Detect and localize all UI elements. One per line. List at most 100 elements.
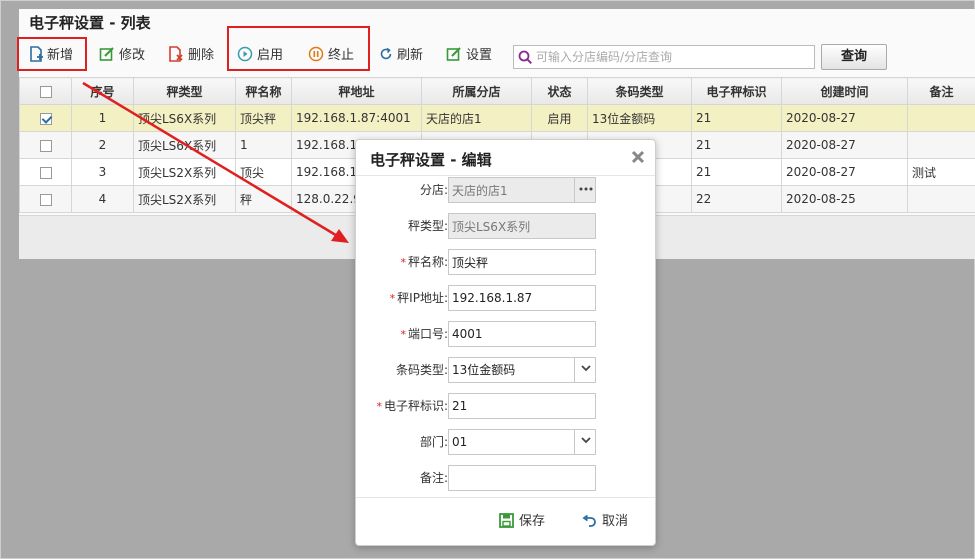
save-icon	[499, 513, 514, 528]
row-checkbox[interactable]	[39, 166, 52, 179]
page-title: 电子秤设置 - 列表	[29, 14, 151, 32]
app-frame: 电子秤设置 - 列表 新增 修改 删除 启用 终止 刷新 设置 可输入分店编码/…	[0, 0, 975, 559]
ip-label-text: 秤IP地址:	[397, 291, 448, 305]
edit-icon	[99, 47, 114, 61]
highlight-box-add	[17, 37, 87, 71]
barcode-dropdown-button[interactable]	[574, 357, 596, 383]
cell-created: 2020-08-27	[781, 158, 908, 186]
dialog-divider	[356, 175, 655, 176]
cell-address: 192.168.1.87:4001	[291, 104, 422, 132]
dept-label: 部门:	[419, 435, 448, 449]
type-row: 秤类型:	[356, 213, 655, 239]
column-header[interactable]: 序号	[71, 77, 134, 105]
barcode-value: 13位金额码	[452, 363, 516, 377]
cell-name: 1	[235, 131, 292, 159]
table-row[interactable]: 1 顶尖LS6X系列 顶尖秤 192.168.1.87:4001 天店的店1 启…	[19, 104, 975, 132]
refresh-icon	[380, 47, 392, 60]
column-header[interactable]: 所属分店	[421, 77, 532, 105]
column-header[interactable]: 电子秤标识	[691, 77, 782, 105]
barcode-label: 条码类型:	[395, 363, 448, 377]
settings-label: 设置	[466, 48, 493, 63]
column-header[interactable]: 条码类型	[587, 77, 692, 105]
refresh-button[interactable]: 刷新	[379, 44, 423, 68]
column-header[interactable]: 秤类型	[133, 77, 236, 105]
select-all-header[interactable]	[19, 77, 72, 105]
store-row: 分店:	[356, 177, 655, 203]
select-all-checkbox[interactable]	[39, 85, 52, 98]
ip-label: * 秤IP地址:	[390, 289, 448, 306]
store-label: 分店:	[419, 183, 448, 197]
highlight-box-enable-disable	[227, 26, 370, 71]
ip-row: * 秤IP地址:	[356, 285, 655, 311]
cell-name: 秤	[235, 185, 292, 213]
search-box	[513, 45, 815, 69]
cell-barcode: 13位金额码	[587, 104, 692, 132]
delete-label: 删除	[188, 48, 215, 63]
name-row: * 秤名称:	[356, 249, 655, 275]
more-icon	[579, 187, 592, 191]
settings-button[interactable]: 设置	[446, 44, 492, 68]
save-label: 保存	[519, 514, 546, 529]
cell-no: 1	[71, 104, 134, 132]
chevron-down-icon	[580, 437, 591, 444]
column-header[interactable]: 秤地址	[291, 77, 422, 105]
cell-id: 21	[691, 131, 782, 159]
chevron-down-icon	[580, 365, 591, 372]
row-checkbox[interactable]	[39, 193, 52, 206]
required-mark: *	[400, 328, 406, 341]
scale-id-label: * 电子秤标识:	[376, 397, 448, 414]
cancel-button[interactable]: 取消	[582, 510, 628, 529]
cell-name: 顶尖	[235, 158, 292, 186]
dialog-footer-divider	[356, 497, 655, 498]
settings-edit-icon	[446, 47, 461, 61]
cell-id: 22	[691, 185, 782, 213]
cell-no: 2	[71, 131, 134, 159]
cell-created: 2020-08-27	[781, 104, 908, 132]
column-header[interactable]: 秤名称	[235, 77, 292, 105]
port-label: * 端口号:	[400, 325, 448, 342]
barcode-row: 条码类型: 13位金额码	[356, 357, 655, 383]
cell-note	[907, 104, 975, 132]
close-icon	[631, 150, 645, 164]
search-icon	[518, 50, 533, 65]
row-checkbox[interactable]	[39, 112, 52, 125]
cell-no: 3	[71, 158, 134, 186]
port-field[interactable]	[448, 321, 596, 347]
port-row: * 端口号:	[356, 321, 655, 347]
cell-store: 天店的店1	[421, 104, 532, 132]
column-header[interactable]: 创建时间	[781, 77, 908, 105]
type-field[interactable]	[448, 213, 596, 239]
cell-name: 顶尖秤	[235, 104, 292, 132]
cell-created: 2020-08-25	[781, 185, 908, 213]
name-label-text: 秤名称:	[407, 255, 448, 269]
name-field[interactable]	[448, 249, 596, 275]
dept-dropdown-button[interactable]	[574, 429, 596, 455]
column-header[interactable]: 状态	[531, 77, 588, 105]
scale-id-row: * 电子秤标识:	[356, 393, 655, 419]
ip-field[interactable]	[448, 285, 596, 311]
search-input[interactable]	[536, 48, 810, 66]
delete-button[interactable]: 删除	[168, 44, 214, 68]
column-header[interactable]: 备注	[907, 77, 975, 105]
required-mark: *	[376, 400, 382, 413]
store-picker-button[interactable]	[574, 177, 596, 203]
note-row: 备注:	[356, 465, 655, 491]
cell-note	[907, 185, 975, 213]
row-checkbox[interactable]	[39, 139, 52, 152]
scale-id-label-text: 电子秤标识:	[383, 399, 448, 413]
cell-type: 顶尖LS2X系列	[133, 185, 236, 213]
close-button[interactable]	[631, 150, 645, 167]
note-field[interactable]	[448, 465, 596, 491]
delete-file-icon	[169, 46, 183, 62]
note-label: 备注:	[419, 471, 448, 485]
dept-row: 部门: 01	[356, 429, 655, 455]
cell-no: 4	[71, 185, 134, 213]
edit-button[interactable]: 修改	[99, 44, 145, 68]
save-button[interactable]: 保存	[499, 510, 545, 529]
query-button[interactable]: 查询	[821, 44, 887, 70]
dept-value: 01	[452, 435, 468, 449]
scale-id-field[interactable]	[448, 393, 596, 419]
cancel-label: 取消	[602, 514, 629, 529]
cell-type: 顶尖LS2X系列	[133, 158, 236, 186]
edit-dialog: 电子秤设置 - 编辑 分店: 秤类型: *秤名称: *秤IP地址:	[355, 139, 656, 546]
